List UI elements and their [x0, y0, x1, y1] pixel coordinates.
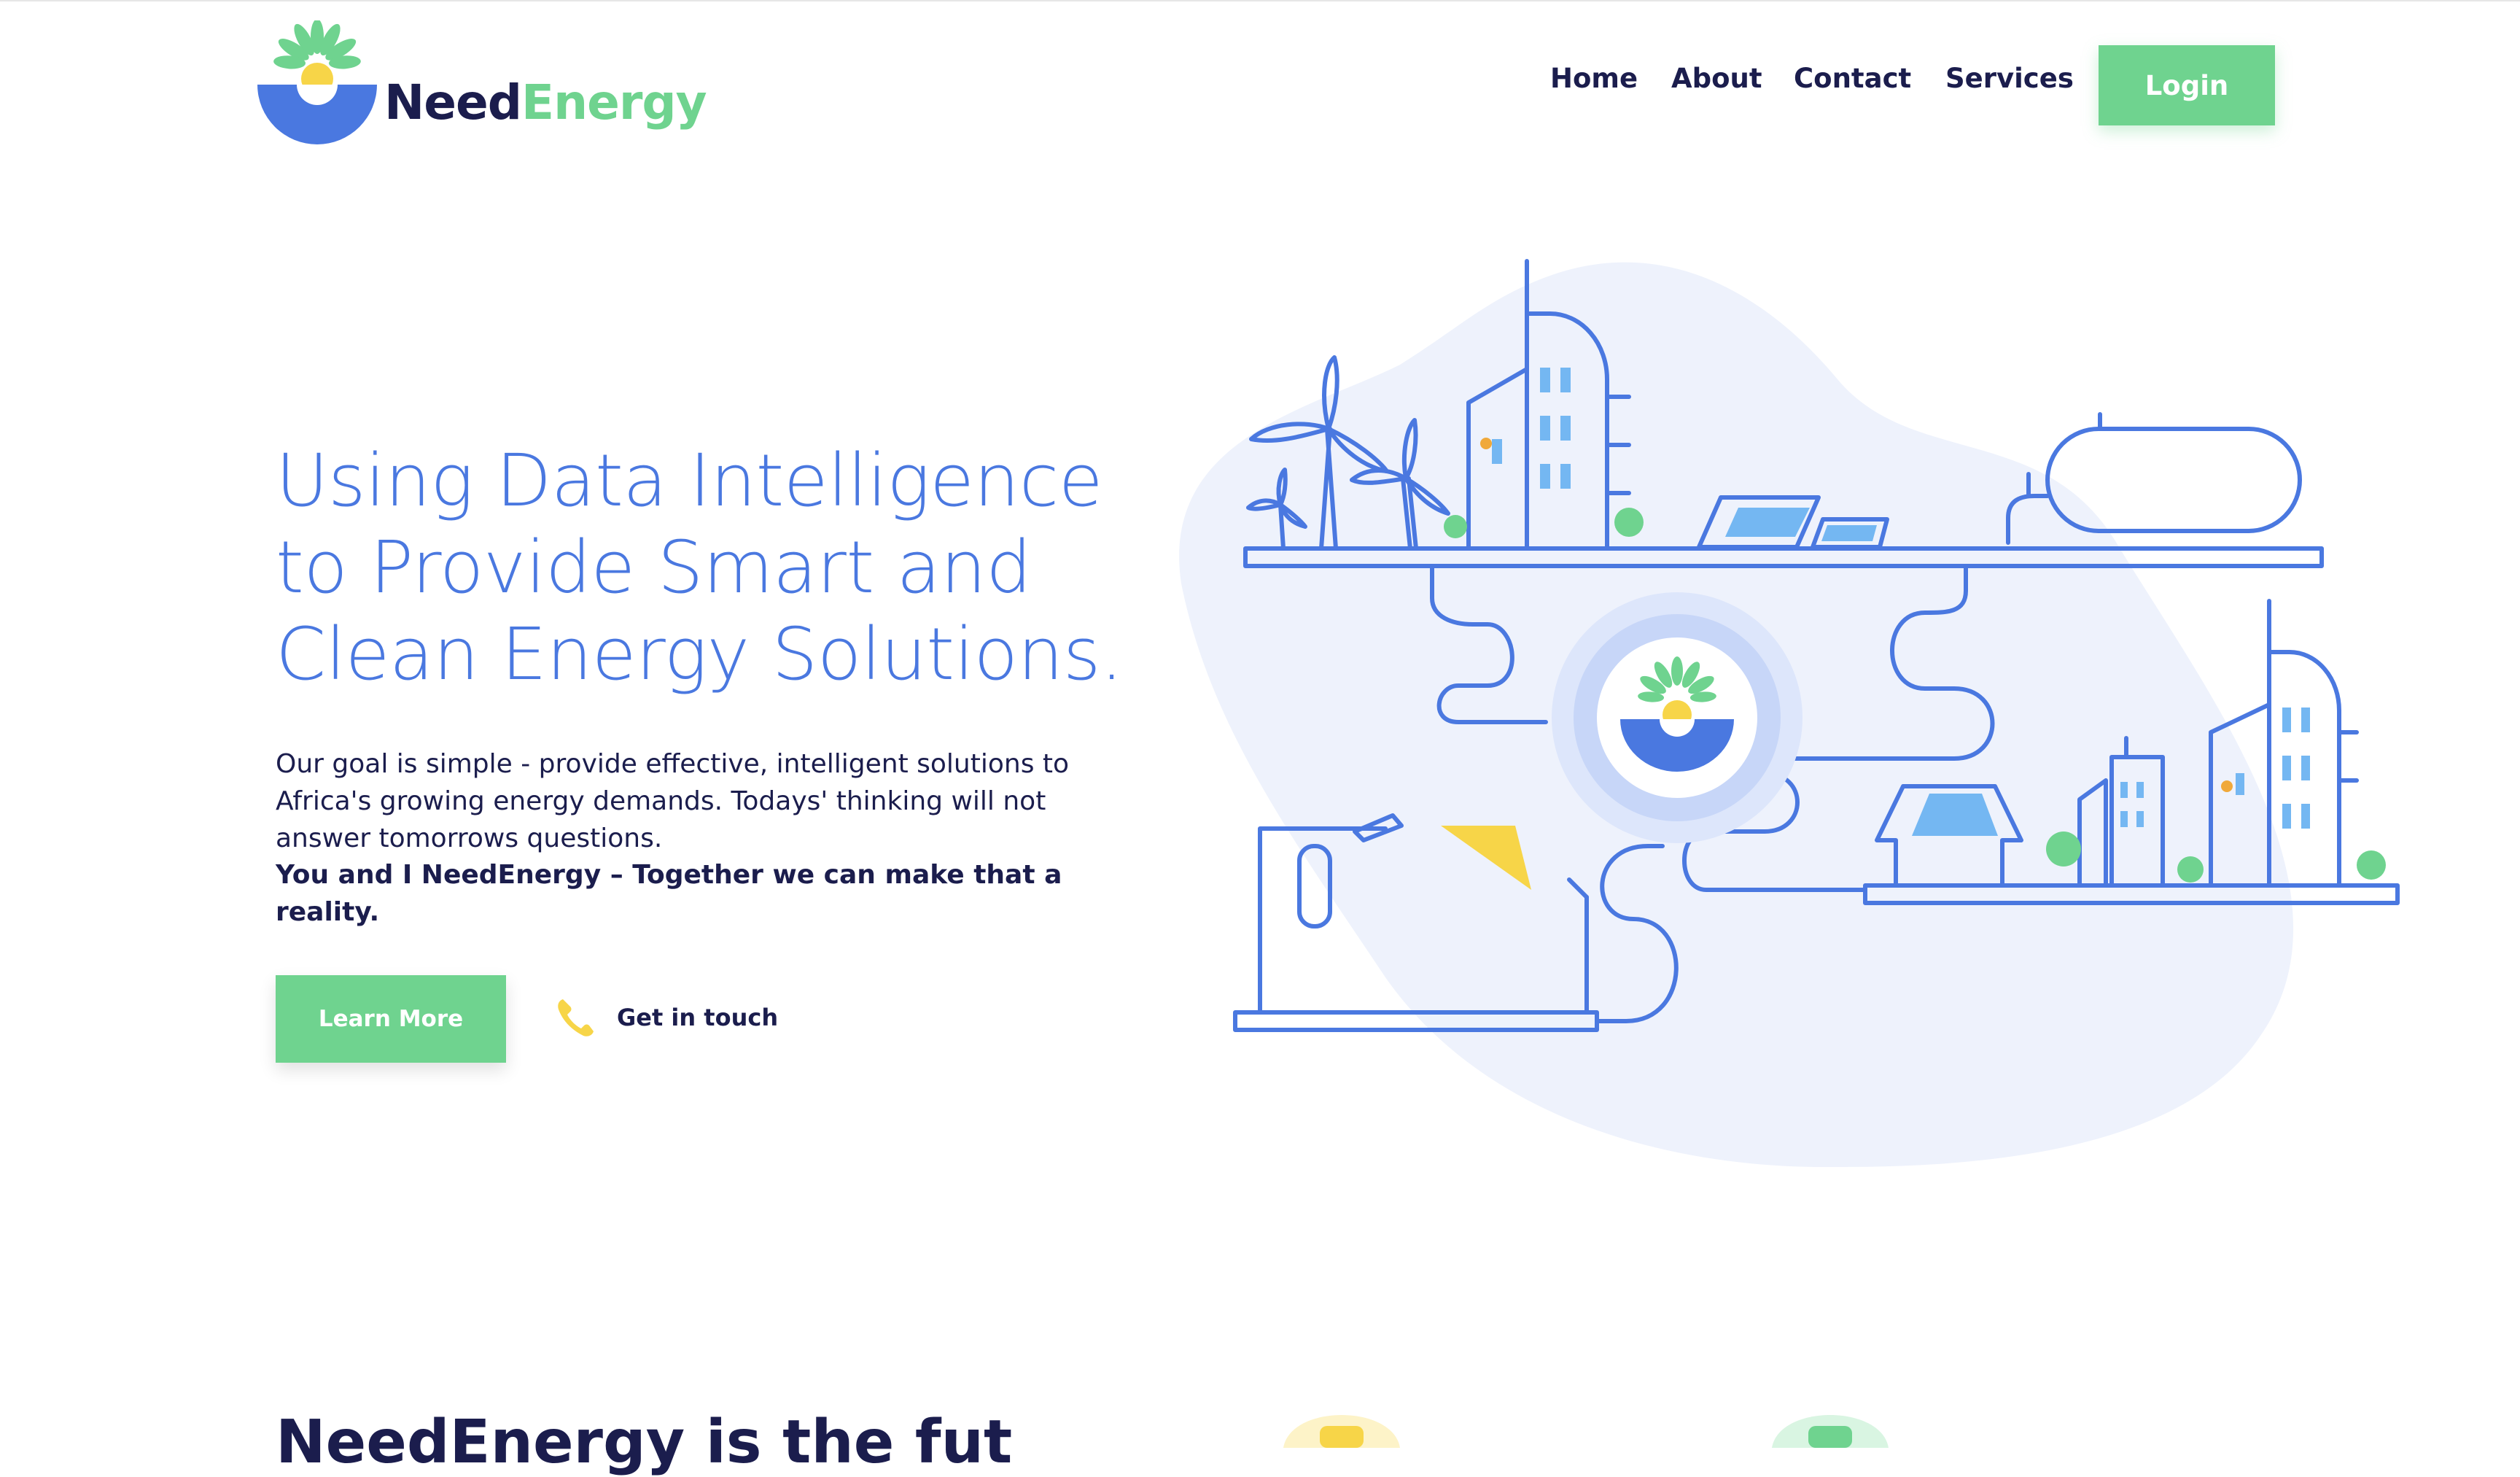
hero-title-line-2: to Provide Smart and — [276, 526, 1032, 610]
smart-energy-illustration — [1179, 259, 2400, 1168]
hero-description: Our goal is simple - provide effective, … — [276, 749, 1070, 853]
hero-title: Using Data Intelligence to Provide Smart… — [276, 438, 1136, 698]
get-in-touch-label: Get in touch — [617, 1004, 779, 1031]
sun-logo-icon — [257, 20, 377, 144]
brand-name: NeedEnergy — [384, 74, 707, 131]
brand-name-energy: Energy — [521, 74, 707, 131]
next-section-heading: NeedEnergy is the fut — [276, 1408, 1013, 1477]
top-border — [0, 0, 2520, 1]
hero-title-line-3: Clean Energy Solutions. — [276, 613, 1123, 697]
feature-icon-yellow — [1283, 1415, 1400, 1448]
phone-icon — [558, 999, 594, 1036]
feature-icon-green — [1772, 1415, 1889, 1448]
brand-logo[interactable]: NeedEnergy — [252, 20, 707, 144]
brand-name-need: Need — [384, 74, 522, 131]
nav-about[interactable]: About — [1671, 63, 1762, 94]
hero-title-line-1: Using Data Intelligence — [276, 439, 1103, 523]
nav-services[interactable]: Services — [1945, 63, 2074, 94]
learn-more-button[interactable]: Learn More — [276, 975, 506, 1063]
hero-tagline: You and I NeedEnergy – Together we can m… — [276, 860, 1062, 927]
nav-contact[interactable]: Contact — [1794, 63, 1911, 94]
get-in-touch-link[interactable]: Get in touch — [556, 992, 778, 1043]
login-button[interactable]: Login — [2099, 45, 2275, 125]
nav-home[interactable]: Home — [1550, 63, 1638, 94]
